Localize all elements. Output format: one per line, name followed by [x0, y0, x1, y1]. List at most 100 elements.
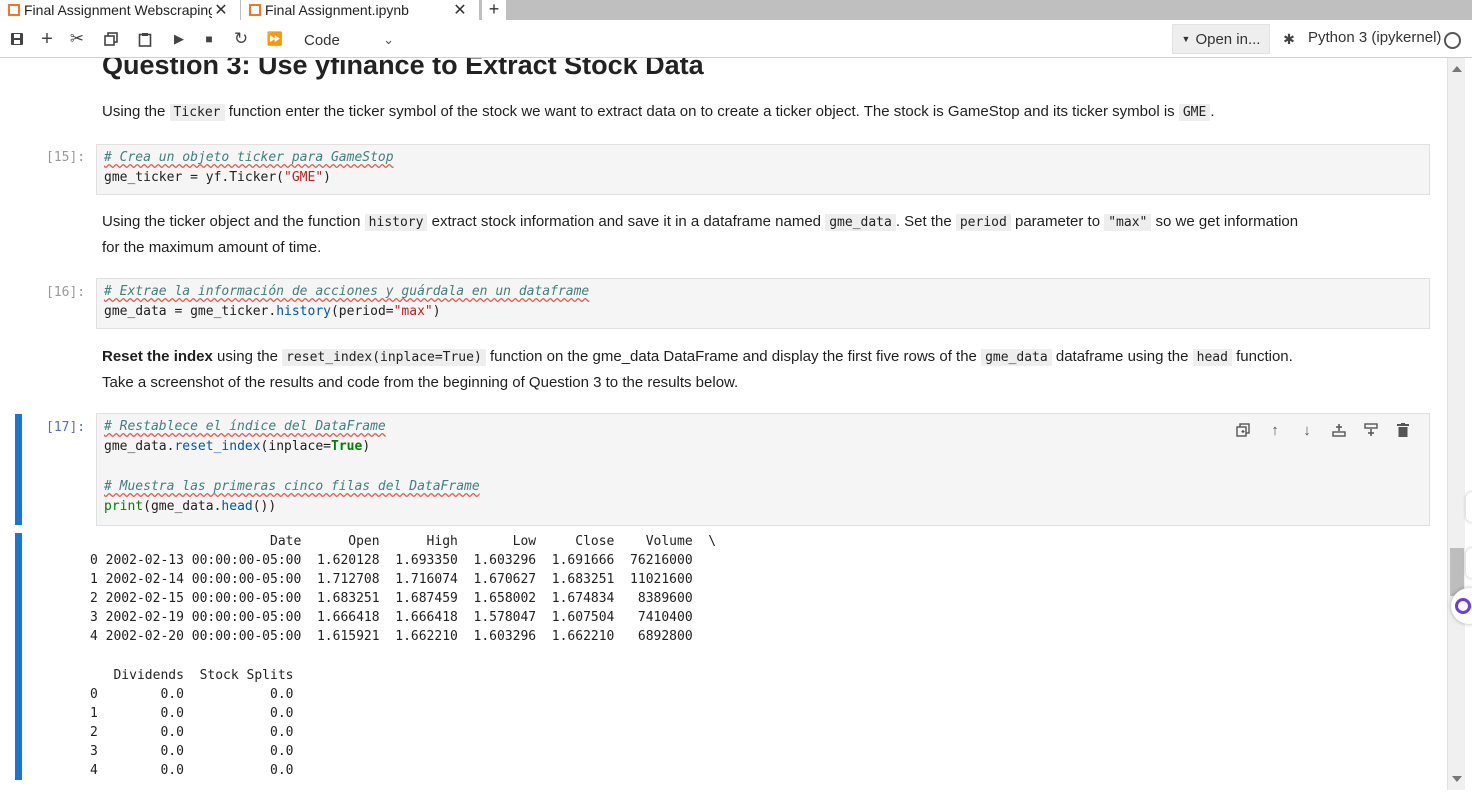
md-text: Using the ticker object and the function — [102, 213, 361, 230]
md-text: . Set the — [895, 213, 952, 230]
cut-cell-button[interactable]: ✂ — [66, 20, 88, 58]
output-line: Date Open High Low Close Volume \ — [90, 534, 717, 549]
browser-tab-bar: Final Assignment Webscraping ✕ Final Ass… — [0, 0, 1472, 20]
arrow-up-icon: ↑ — [1271, 421, 1279, 439]
md-text: so we get information — [1155, 213, 1299, 230]
code-cell-16[interactable]: # Extrae la información de acciones y gu… — [96, 278, 1430, 329]
output-line: 3 2002-02-19 00:00:00-05:00 1.666418 1.6… — [90, 610, 693, 625]
md-text: using the — [217, 348, 278, 365]
new-tab-button[interactable]: + — [482, 0, 506, 20]
move-up-button[interactable]: ↑ — [1264, 419, 1286, 441]
insert-above-button[interactable] — [1328, 419, 1350, 441]
kernel-idle-icon — [1444, 32, 1461, 49]
code-cell-15[interactable]: # Crea un objeto ticker para GameStop gm… — [96, 144, 1430, 195]
output-line: Dividends Stock Splits — [90, 668, 294, 683]
output-collapser[interactable] — [15, 533, 22, 780]
assistant-icon — [1455, 598, 1471, 614]
cell-prompt: [16]: — [46, 285, 86, 300]
inline-code: head — [1192, 349, 1232, 366]
inline-code: history — [364, 214, 428, 231]
interrupt-kernel-button[interactable]: ■ — [198, 20, 220, 58]
stop-icon: ■ — [205, 32, 213, 46]
output-line: 3 0.0 0.0 — [90, 744, 294, 759]
play-icon: ▶ — [174, 31, 184, 46]
save-button[interactable] — [6, 20, 28, 58]
debugger-button[interactable]: ✱ — [1280, 20, 1298, 58]
inline-code: gme_data — [981, 349, 1052, 366]
md-text: dataframe using the — [1055, 348, 1189, 365]
tab-final-assignment-ipynb[interactable]: Final Assignment.ipynb ✕ — [241, 0, 479, 20]
duplicate-cell-button[interactable] — [1232, 419, 1254, 441]
inline-code: Ticker — [169, 104, 225, 121]
scissors-icon: ✂ — [69, 29, 85, 48]
close-icon[interactable]: ✕ — [451, 0, 469, 20]
inline-code: gme_data — [825, 214, 896, 231]
cell-prompt: [15]: — [46, 150, 86, 165]
caret-down-icon: ▼ — [1181, 34, 1191, 44]
code-method: history — [276, 304, 331, 319]
code-method: reset_index — [174, 439, 261, 454]
code-comment: # Extrae la información de acciones y gu… — [104, 284, 590, 299]
code-text: (period= — [330, 304, 394, 319]
restart-kernel-button[interactable]: ↻ — [230, 20, 252, 58]
close-icon[interactable]: ✕ — [212, 0, 230, 20]
code-text: ()) — [252, 499, 277, 514]
md-text: parameter to — [1015, 213, 1101, 230]
cell-type-value: Code — [304, 31, 340, 49]
md-text: Take a screenshot of the results and cod… — [102, 374, 739, 391]
markdown-cell: Using the ticker object and the function… — [102, 209, 1402, 260]
run-cell-button[interactable]: ▶ — [168, 20, 190, 58]
open-in-button[interactable]: ▼ Open in... — [1172, 24, 1270, 54]
code-text: gme_data = gme_ticker. — [104, 304, 277, 319]
code-builtin: print — [104, 499, 144, 514]
side-panel-handle[interactable] — [1466, 548, 1472, 578]
insert-below-button[interactable] — [1360, 419, 1382, 441]
code-text: (inplace= — [260, 439, 331, 454]
save-icon — [11, 33, 23, 45]
copy-cell-button[interactable] — [100, 20, 122, 58]
code-text: gme_data. — [104, 439, 175, 454]
refresh-icon: ↻ — [233, 29, 249, 48]
insert-below-icon — [1364, 423, 1378, 436]
insert-cell-button[interactable]: + — [36, 20, 58, 58]
paste-icon — [138, 32, 152, 47]
scroll-down-arrow-icon[interactable] — [1452, 776, 1462, 782]
restart-run-all-button[interactable]: ⏩ — [262, 20, 288, 58]
code-text: ) — [432, 304, 441, 319]
input-collapser[interactable] — [15, 414, 22, 525]
code-comment: # Muestra las primeras cinco filas del D… — [104, 479, 480, 494]
output-line: 2 0.0 0.0 — [90, 725, 294, 740]
markdown-cell: Using the Ticker function enter the tick… — [102, 99, 1402, 125]
vertical-scrollbar[interactable] — [1447, 58, 1465, 790]
paste-cell-button[interactable] — [134, 20, 156, 58]
open-in-label: Open in... — [1195, 30, 1261, 48]
output-table-2: Dividends Stock Splits 0 0.0 0.0 1 0.0 0.0… — [90, 666, 294, 780]
inline-code: reset_index(inplace=True) — [282, 349, 486, 366]
output-table-1: Date Open High Low Close Volume \ 0 2002-… — [90, 532, 716, 646]
duplicate-icon — [1236, 423, 1250, 437]
move-down-button[interactable]: ↓ — [1296, 419, 1318, 441]
markdown-cell: Reset the index using the reset_index(in… — [102, 344, 1402, 395]
output-line: 4 0.0 0.0 — [90, 763, 294, 778]
scroll-up-arrow-icon[interactable] — [1452, 66, 1462, 72]
plus-icon: + — [41, 27, 53, 50]
output-line: 2 2002-02-15 00:00:00-05:00 1.683251 1.6… — [90, 591, 693, 606]
side-panel-handle[interactable] — [1466, 492, 1472, 522]
cell-type-select[interactable]: Code ⌄ — [304, 29, 394, 51]
insert-above-icon — [1332, 424, 1346, 437]
code-keyword: True — [331, 439, 363, 454]
md-text: for the maximum amount of time. — [102, 239, 322, 256]
md-text: Using the — [102, 103, 166, 120]
kernel-name[interactable]: Python 3 (ipykernel) — [1308, 29, 1441, 46]
inline-code: "max" — [1104, 214, 1152, 231]
copy-icon — [104, 32, 118, 46]
tab-label: Final Assignment Webscraping — [24, 2, 212, 18]
chevron-down-icon: ⌄ — [383, 32, 394, 47]
tab-label: Final Assignment.ipynb — [265, 2, 409, 18]
delete-cell-button[interactable] — [1392, 419, 1414, 441]
inline-code: period — [955, 214, 1011, 231]
fast-forward-icon: ⏩ — [266, 31, 284, 46]
tab-final-assignment-webscraping[interactable]: Final Assignment Webscraping ✕ — [0, 0, 240, 20]
code-text: gme_ticker = yf.Ticker( — [104, 170, 285, 185]
code-cell-17[interactable]: # Restablece el índice del DataFrame gme… — [96, 413, 1430, 526]
